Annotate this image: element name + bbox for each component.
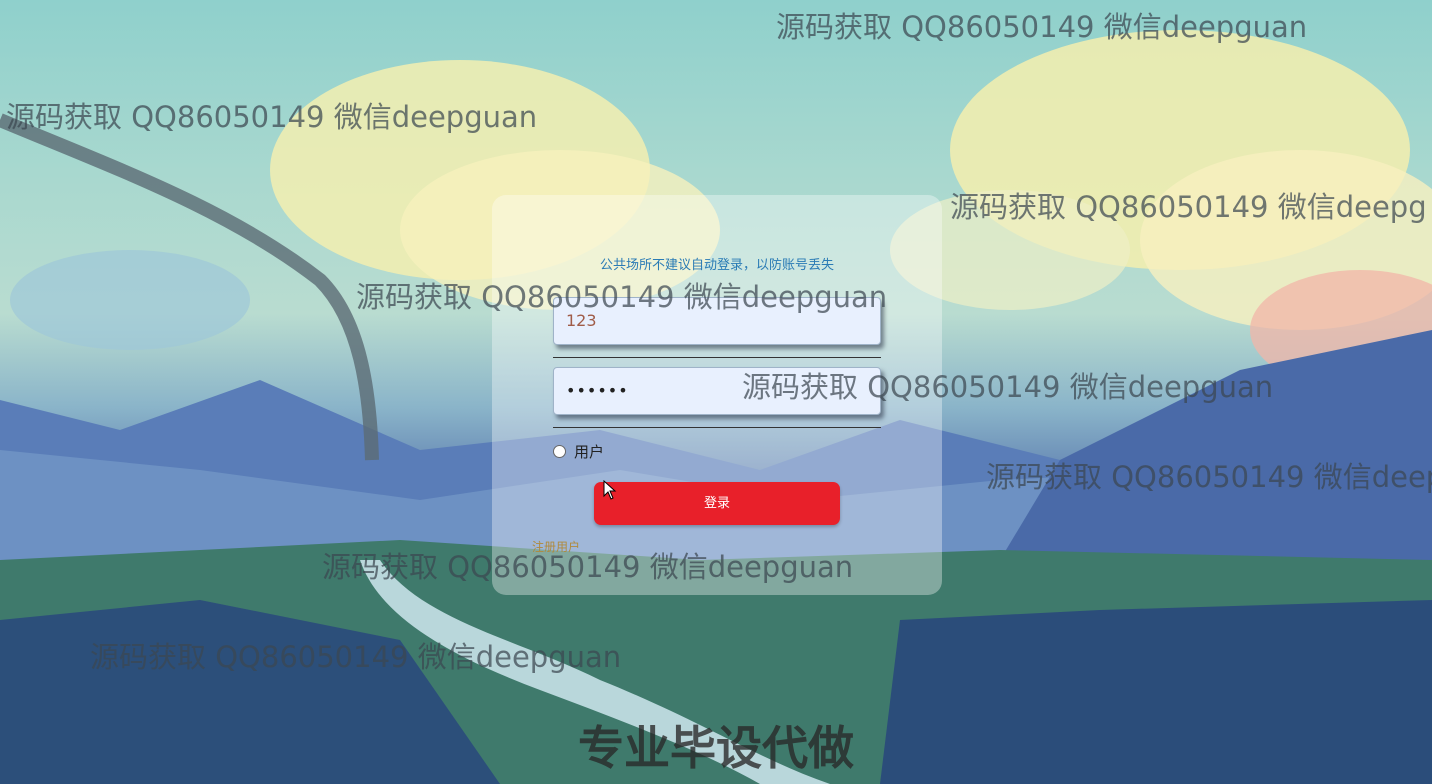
watermark-text: 源码获取 QQ86050149 微信deepguan bbox=[6, 100, 538, 134]
watermark-text: 源码获取 QQ86050149 微信deepguan bbox=[322, 550, 854, 584]
role-label: 用户 bbox=[574, 442, 605, 461]
watermark-text: 源码获取 QQ86050149 微信deepguan bbox=[742, 370, 1274, 404]
divider bbox=[553, 357, 881, 358]
role-radio-option[interactable]: 用户 bbox=[553, 441, 604, 461]
watermark-text: 源码获取 QQ86050149 微信deepguan bbox=[356, 280, 888, 314]
watermark-text: 源码获取 QQ86050149 微信deepguan bbox=[90, 640, 622, 674]
login-button[interactable]: 登录 bbox=[594, 482, 840, 525]
mouse-cursor-icon bbox=[603, 480, 617, 500]
watermark-text: 源码获取 QQ86050149 微信deepg bbox=[950, 190, 1427, 224]
footer-banner: 专业毕设代做 bbox=[578, 721, 854, 775]
divider bbox=[553, 427, 881, 428]
watermark-text: 源码获取 QQ86050149 微信deep bbox=[986, 460, 1432, 494]
radio-button[interactable] bbox=[553, 444, 566, 458]
watermark-text: 源码获取 QQ86050149 微信deepguan bbox=[776, 10, 1308, 44]
login-notice: 公共场所不建议自动登录，以防账号丢失 bbox=[599, 258, 834, 273]
